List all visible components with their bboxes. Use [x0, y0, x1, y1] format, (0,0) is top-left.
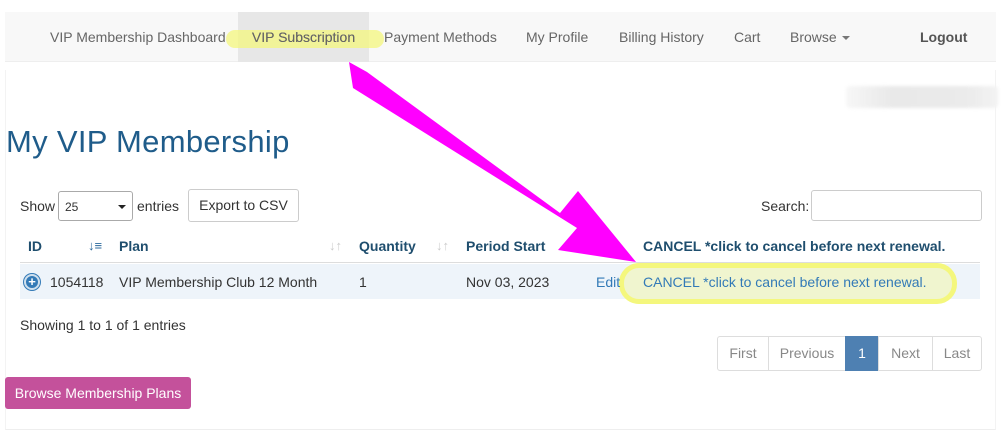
nav-billing-history[interactable]: Billing History: [619, 12, 704, 62]
table-info: Showing 1 to 1 of 1 entries: [20, 317, 186, 333]
cell-id: 1054118: [50, 274, 104, 290]
column-header-cancel: CANCEL *click to cancel before next rene…: [643, 238, 946, 254]
pagination-previous[interactable]: Previous: [768, 336, 846, 371]
nav-my-profile[interactable]: My Profile: [526, 12, 588, 62]
edit-link[interactable]: Edit: [596, 274, 620, 290]
logout-link[interactable]: Logout: [920, 12, 967, 62]
nav-vip-subscription-label: VIP Subscription: [251, 29, 356, 45]
column-header-plan[interactable]: Plan: [119, 238, 149, 254]
cell-quantity: 1: [359, 274, 367, 290]
caret-down-icon: [118, 205, 126, 209]
page-title: My VIP Membership: [6, 124, 290, 159]
expand-row-icon[interactable]: +: [24, 274, 40, 290]
column-header-id[interactable]: ID: [28, 238, 42, 254]
cancel-subscription-link[interactable]: CANCEL *click to cancel before next rene…: [643, 274, 927, 290]
sort-icon[interactable]: ↓↑: [436, 238, 449, 253]
pagination-page-1[interactable]: 1: [845, 336, 879, 371]
cell-period-start: Nov 03, 2023: [466, 274, 550, 290]
nav-vip-dashboard[interactable]: VIP Membership Dashboard: [50, 12, 226, 62]
nav-browse-dropdown[interactable]: Browse: [790, 12, 850, 62]
nav-payment-methods[interactable]: Payment Methods: [384, 12, 497, 62]
sort-desc-icon[interactable]: ↓≡: [88, 238, 102, 253]
search-input[interactable]: [811, 190, 982, 221]
entries-select-value: 25: [65, 200, 79, 214]
pagination-first[interactable]: First: [717, 336, 769, 371]
pagination-last[interactable]: Last: [932, 336, 982, 371]
browse-membership-plans-button[interactable]: Browse Membership Plans: [5, 377, 191, 409]
top-navbar: VIP Membership Dashboard VIP Subscriptio…: [5, 12, 996, 62]
entries-select[interactable]: 25: [58, 191, 133, 221]
sort-icon[interactable]: ↓↑: [329, 238, 342, 253]
column-header-period-start[interactable]: Period Start: [466, 238, 545, 254]
pagination-next[interactable]: Next: [878, 336, 933, 371]
search-label: Search:: [761, 198, 810, 214]
caret-down-icon: [841, 36, 850, 41]
show-label: Show: [20, 198, 56, 214]
cell-plan: VIP Membership Club 12 Month: [119, 274, 318, 290]
column-header-quantity[interactable]: Quantity: [359, 238, 416, 254]
export-csv-button[interactable]: Export to CSV: [188, 189, 299, 222]
nav-cart[interactable]: Cart: [734, 12, 760, 62]
entries-label: entries: [137, 198, 180, 214]
